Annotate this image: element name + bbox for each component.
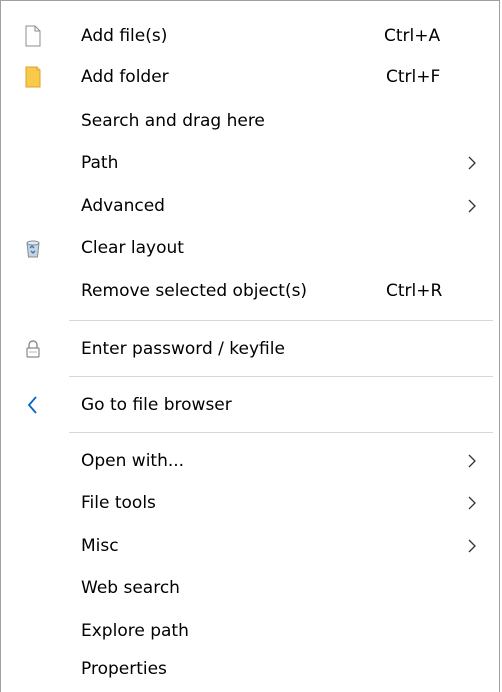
chevron-right-icon bbox=[467, 156, 477, 170]
menu-item-label: Enter password / keyfile bbox=[81, 339, 285, 359]
menu-item-label: Go to file browser bbox=[81, 395, 232, 415]
menu-item-misc[interactable]: Misc bbox=[1, 526, 499, 566]
file-icon bbox=[21, 24, 45, 48]
menu-item-clear-layout[interactable]: Clear layout bbox=[1, 228, 499, 268]
menu-item-add-files[interactable]: Add file(s) Ctrl+A bbox=[1, 16, 499, 56]
recycle-bin-icon bbox=[21, 236, 45, 260]
menu-separator bbox=[69, 376, 493, 377]
back-arrow-icon bbox=[21, 393, 45, 417]
menu-item-enter-password[interactable]: Enter password / keyfile bbox=[1, 329, 499, 369]
menu-item-properties[interactable]: Properties bbox=[1, 649, 499, 689]
padlock-icon bbox=[21, 337, 45, 361]
chevron-right-icon bbox=[467, 199, 477, 213]
chevron-right-icon bbox=[467, 454, 477, 468]
shortcut-label: Ctrl+F bbox=[386, 67, 441, 87]
menu-item-label: Search and drag here bbox=[81, 111, 265, 131]
menu-item-add-folder[interactable]: Add folder Ctrl+F bbox=[1, 57, 499, 97]
menu-item-label: Properties bbox=[81, 659, 167, 679]
menu-item-label: Misc bbox=[81, 536, 119, 556]
menu-item-file-tools[interactable]: File tools bbox=[1, 483, 499, 523]
menu-item-label: Path bbox=[81, 153, 119, 173]
menu-item-open-with[interactable]: Open with... bbox=[1, 441, 499, 481]
shortcut-label: Ctrl+R bbox=[386, 281, 443, 301]
menu-item-label: Remove selected object(s) bbox=[81, 281, 308, 301]
menu-item-go-to-file-browser[interactable]: Go to file browser bbox=[1, 385, 499, 425]
menu-item-advanced[interactable]: Advanced bbox=[1, 186, 499, 226]
context-menu: Add file(s) Ctrl+A Add folder Ctrl+F Sea… bbox=[0, 0, 500, 692]
menu-item-label: Open with... bbox=[81, 451, 185, 471]
shortcut-label: Ctrl+A bbox=[384, 26, 441, 46]
menu-item-search-and-drag[interactable]: Search and drag here bbox=[1, 101, 499, 141]
menu-item-remove-selected[interactable]: Remove selected object(s) Ctrl+R bbox=[1, 271, 499, 311]
menu-item-web-search[interactable]: Web search bbox=[1, 568, 499, 608]
menu-item-path[interactable]: Path bbox=[1, 143, 499, 183]
folder-icon bbox=[21, 65, 45, 89]
menu-item-label: Add folder bbox=[81, 67, 169, 87]
menu-item-explore-path[interactable]: Explore path bbox=[1, 611, 499, 651]
chevron-right-icon bbox=[467, 539, 477, 553]
menu-item-label: Explore path bbox=[81, 621, 189, 641]
menu-item-label: Add file(s) bbox=[81, 26, 168, 46]
menu-item-label: Advanced bbox=[81, 196, 165, 216]
chevron-right-icon bbox=[467, 496, 477, 510]
menu-separator bbox=[69, 432, 493, 433]
menu-item-label: Clear layout bbox=[81, 238, 184, 258]
menu-separator bbox=[69, 320, 493, 321]
menu-item-label: Web search bbox=[81, 578, 180, 598]
menu-item-label: File tools bbox=[81, 493, 156, 513]
